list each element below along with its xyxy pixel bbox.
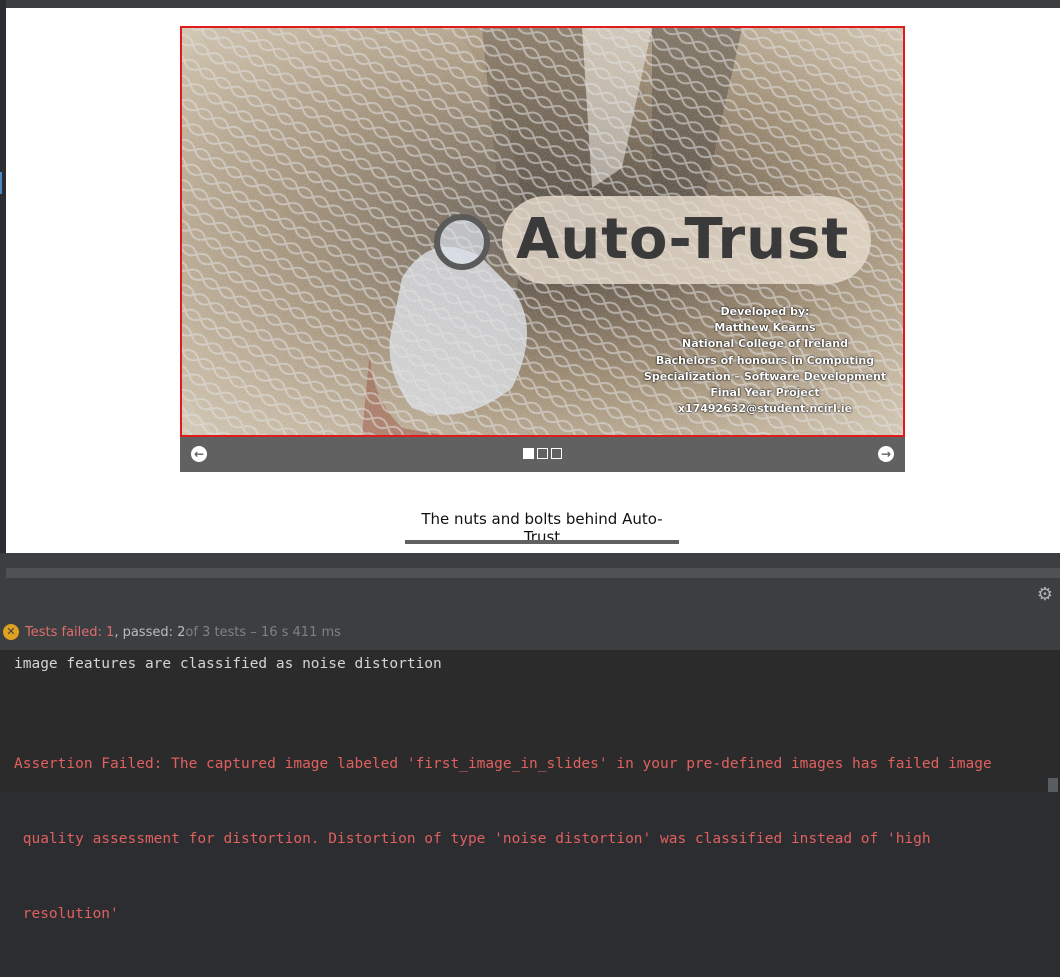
horizontal-scrollbar[interactable] <box>6 568 1060 578</box>
tests-total-label: of 3 tests – 16 s 411 ms <box>185 624 341 640</box>
slide-dot-2[interactable] <box>537 448 548 459</box>
failed-icon: ✕ <box>3 624 19 640</box>
slideshow: Auto-Trust Developed by: Matthew Kearns … <box>180 26 905 472</box>
caption-underline <box>405 540 679 544</box>
slide-image[interactable]: Auto-Trust Developed by: Matthew Kearns … <box>180 26 905 437</box>
panel-separator <box>0 553 1060 568</box>
slide-indicators <box>523 448 562 460</box>
tests-failed-label: Tests failed: 1 <box>25 624 115 640</box>
tests-passed-label: , passed: 2 <box>114 624 186 640</box>
console-error-line: resolution' <box>14 906 119 922</box>
gutter-accent <box>0 172 2 194</box>
credit-line: Developed by: <box>720 305 810 318</box>
credit-line: National College of Ireland <box>682 337 848 351</box>
credit-line: Bachelors of honours in Computing <box>655 353 875 367</box>
slide-dot-3[interactable] <box>551 448 562 459</box>
credit-line: Specialization – Software Development <box>643 369 887 383</box>
console-scrollbar[interactable] <box>1048 778 1058 792</box>
next-slide-button[interactable]: → <box>878 446 894 462</box>
slideshow-controls: ← → <box>180 437 905 472</box>
browser-preview: Auto-Trust Developed by: Matthew Kearns … <box>6 8 1060 553</box>
slide-title: Auto-Trust <box>502 196 872 284</box>
gear-icon[interactable]: ⚙ <box>1036 586 1054 604</box>
arrow-left-icon: ← <box>193 447 205 461</box>
test-status-line: ✕ Tests failed: 1 , passed: 2 of 3 tests… <box>3 623 341 641</box>
credit-line: Final Year Project <box>710 386 820 400</box>
console-info-line: image features are classified as noise d… <box>14 656 442 672</box>
credit-line: Matthew Kearns <box>714 321 816 335</box>
test-results-panel: ⚙ ✕ Tests failed: 1 , passed: 2 of 3 tes… <box>0 578 1060 922</box>
magnifier-icon <box>434 214 490 270</box>
slide-dot-1[interactable] <box>523 448 534 459</box>
credit-line: x17492632@student.ncirl.ie <box>677 402 853 416</box>
console-error-block: Assertion Failed: The captured image lab… <box>14 702 992 977</box>
console-output[interactable]: image features are classified as noise d… <box>0 650 1060 922</box>
console-error-line: quality assessment for distortion. Disto… <box>14 831 931 847</box>
window-top-strip <box>0 0 1060 8</box>
ide-window: Auto-Trust Developed by: Matthew Kearns … <box>0 0 1060 922</box>
slide-credits: Developed by: Matthew Kearns National Co… <box>635 304 895 417</box>
prev-slide-button[interactable]: ← <box>191 446 207 462</box>
console-error-line: Assertion Failed: The captured image lab… <box>14 756 992 772</box>
arrow-right-icon: → <box>880 447 892 461</box>
